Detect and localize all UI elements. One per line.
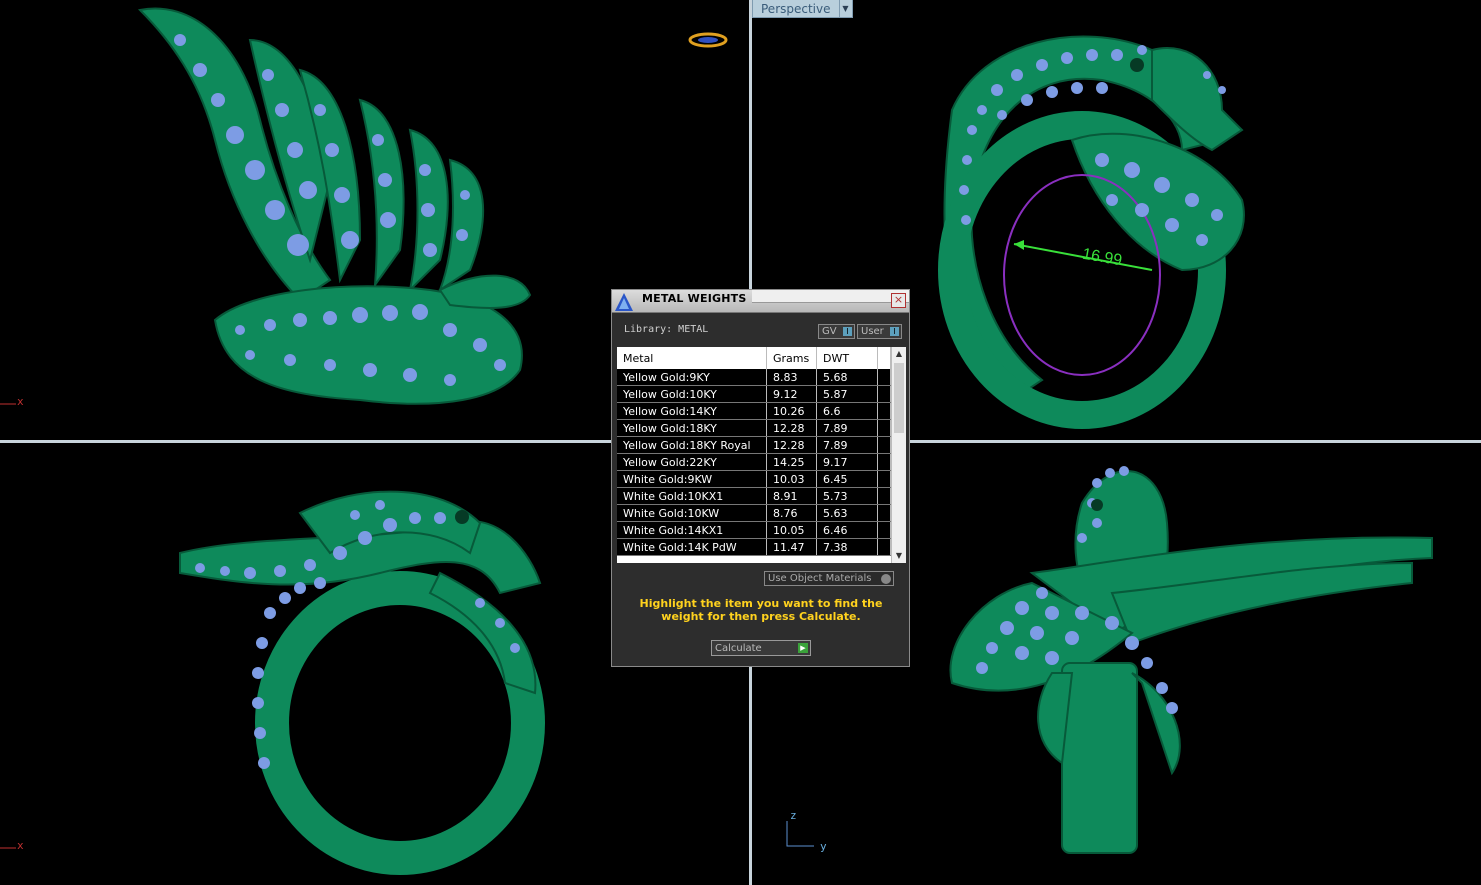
cell-metal: White Gold:9KW — [617, 470, 767, 488]
cell-dwt: 9.17 — [816, 453, 878, 471]
scroll-down-icon[interactable]: ▼ — [892, 549, 906, 563]
dimension-text: 16.99 — [1081, 246, 1123, 270]
cell-grams: 12.28 — [766, 419, 817, 437]
gv-indicator-icon: I — [843, 327, 852, 336]
table-row[interactable]: Yellow Gold:18KY 12.28 7.89 — [617, 419, 891, 437]
cell-metal: White Gold:10KX1 — [617, 487, 767, 505]
cell-extra — [877, 419, 891, 437]
table-scrollbar[interactable]: ▲ ▼ — [891, 347, 906, 563]
table-row[interactable]: Yellow Gold:14KY 10.26 6.6 — [617, 402, 891, 420]
axis-y-label: y — [820, 840, 827, 853]
metal-weights-table[interactable]: Metal Grams DWT Yellow Gold:9KY 8.83 5.68 Y… — [617, 347, 906, 563]
cell-dwt: 6.6 — [816, 402, 878, 420]
cell-metal: Yellow Gold:9KY — [617, 369, 767, 386]
axis-x-label: x — [17, 395, 24, 408]
metal-weights-dialog: METAL WEIGHTS × Library: METAL GV I User… — [611, 289, 910, 667]
cell-extra — [877, 453, 891, 471]
cell-extra — [877, 470, 891, 488]
checkbox-indicator-icon — [881, 574, 891, 584]
cell-extra — [877, 402, 891, 420]
axis-z-label: z — [790, 809, 797, 822]
cell-dwt: 7.38 — [816, 538, 878, 556]
cell-dwt: 7.89 — [816, 419, 878, 437]
table-row[interactable]: Yellow Gold:10KY 9.12 5.87 — [617, 385, 891, 403]
instruction-message: Highlight the item you want to find the … — [639, 597, 883, 623]
table-row[interactable]: Yellow Gold:18KY Royal 12.28 7.89 — [617, 436, 891, 454]
top-orientation-widget[interactable] — [688, 32, 728, 48]
table-row[interactable]: Yellow Gold:22KY 14.25 9.17 — [617, 453, 891, 471]
table-row[interactable]: Yellow Gold:9KY 8.83 5.68 — [617, 369, 891, 386]
table-row[interactable]: White Gold:14K PdW 11.47 7.38 — [617, 538, 891, 556]
cell-metal: Yellow Gold:10KY — [617, 385, 767, 403]
title-bar-decoration — [752, 290, 909, 303]
cell-grams: 12.28 — [766, 436, 817, 454]
dialog-title-bar[interactable]: METAL WEIGHTS × — [612, 290, 909, 313]
cell-dwt: 6.45 — [816, 470, 878, 488]
close-icon[interactable]: × — [891, 293, 906, 308]
cell-extra — [877, 369, 891, 386]
cell-grams: 10.03 — [766, 470, 817, 488]
cell-extra — [877, 538, 891, 556]
gv-toggle-button[interactable]: GV I — [818, 324, 855, 339]
cell-grams: 11.47 — [766, 538, 817, 556]
dialog-title: METAL WEIGHTS — [642, 292, 747, 305]
axis-x-label: x — [17, 839, 24, 852]
cell-metal: White Gold:10KW — [617, 504, 767, 522]
scroll-thumb[interactable] — [894, 363, 904, 433]
cell-grams: 8.76 — [766, 504, 817, 522]
table-header-row: Metal Grams DWT — [617, 347, 891, 369]
cell-grams: 9.12 — [766, 385, 817, 403]
cell-extra — [877, 385, 891, 403]
cell-metal: Yellow Gold:22KY — [617, 453, 767, 471]
cell-extra — [877, 487, 891, 505]
table-row[interactable]: White Gold:9KW 10.03 6.45 — [617, 470, 891, 488]
library-label: Library: METAL — [624, 324, 709, 335]
column-header-metal[interactable]: Metal — [617, 347, 767, 369]
user-toggle-button[interactable]: User I — [857, 324, 902, 339]
cell-metal: White Gold:14K PdW — [617, 538, 767, 556]
chevron-down-icon[interactable]: ▼ — [839, 0, 853, 18]
cell-dwt: 6.46 — [816, 521, 878, 539]
cell-dwt: 5.87 — [816, 385, 878, 403]
perspective-label[interactable]: Perspective — [752, 0, 840, 18]
cell-grams: 10.05 — [766, 521, 817, 539]
cell-grams: 8.91 — [766, 487, 817, 505]
column-header-dwt[interactable]: DWT — [816, 347, 878, 369]
cell-grams: 10.26 — [766, 402, 817, 420]
gv-label: GV — [822, 326, 837, 337]
column-header-extra — [877, 347, 891, 369]
cell-extra — [877, 504, 891, 522]
cell-metal: White Gold:14KX1 — [617, 521, 767, 539]
cell-metal: Yellow Gold:14KY — [617, 402, 767, 420]
perspective-view-menu[interactable]: Perspective ▼ — [752, 0, 853, 18]
cell-grams: 8.83 — [766, 369, 817, 386]
cell-metal: Yellow Gold:18KY — [617, 419, 767, 437]
table-row[interactable]: White Gold:10KX1 8.91 5.73 — [617, 487, 891, 505]
calculate-button[interactable]: Calculate ▶ — [711, 640, 811, 656]
calculate-label: Calculate — [715, 643, 762, 654]
use-object-materials-label: Use Object Materials — [768, 573, 872, 584]
column-header-grams[interactable]: Grams — [766, 347, 817, 369]
cell-extra — [877, 436, 891, 454]
play-arrow-icon: ▶ — [798, 643, 808, 653]
table-row[interactable]: White Gold:10KW 8.76 5.63 — [617, 504, 891, 522]
cell-metal: Yellow Gold:18KY Royal — [617, 436, 767, 454]
cell-grams: 14.25 — [766, 453, 817, 471]
cell-dwt: 5.73 — [816, 487, 878, 505]
cell-dwt: 5.68 — [816, 369, 878, 386]
table-row[interactable]: White Gold:14KX1 10.05 6.46 — [617, 521, 891, 539]
user-indicator-icon: I — [890, 327, 899, 336]
scroll-up-icon[interactable]: ▲ — [892, 347, 906, 361]
cell-extra — [877, 521, 891, 539]
cell-dwt: 5.63 — [816, 504, 878, 522]
user-label: User — [861, 326, 884, 337]
use-object-materials-checkbox[interactable]: Use Object Materials — [764, 571, 894, 586]
cell-dwt: 7.89 — [816, 436, 878, 454]
app-logo-icon — [615, 293, 633, 311]
